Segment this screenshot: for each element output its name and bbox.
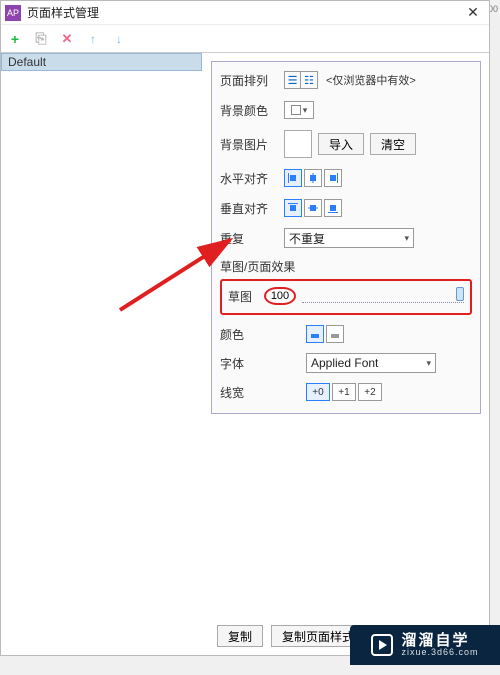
font-label: 字体 xyxy=(220,355,256,372)
stroke-opt-0[interactable]: +0 xyxy=(306,383,330,401)
sketch-group-title: 草图/页面效果 xyxy=(220,258,472,275)
add-button[interactable]: + xyxy=(7,31,23,47)
watermark: 溜溜自学 zixue.3d66.com xyxy=(350,625,500,665)
align-right-icon[interactable] xyxy=(324,169,342,187)
clear-button[interactable]: 清空 xyxy=(370,133,416,155)
list-item[interactable]: Default xyxy=(1,53,202,71)
align-top-icon[interactable] xyxy=(284,199,302,217)
v-align-group xyxy=(284,199,342,217)
app-icon: AP xyxy=(5,5,21,21)
titlebar: AP 页面样式管理 ✕ xyxy=(1,1,489,25)
arrange-horizontal-icon[interactable]: ☷ xyxy=(301,72,317,88)
properties-panel: 页面排列 ☰ ☷ <仅浏览器中有效> 背景颜色 ▾ 背景图片 导入 清空 xyxy=(211,61,481,414)
bg-color-label: 背景颜色 xyxy=(220,102,284,119)
copy-button[interactable]: 复制 xyxy=(217,625,263,647)
align-middle-icon[interactable] xyxy=(304,199,322,217)
sketch-slider[interactable] xyxy=(302,289,464,303)
page-arrange-hint: <仅浏览器中有效> xyxy=(326,72,416,88)
v-align-label: 垂直对齐 xyxy=(220,200,284,217)
font-combo[interactable]: Applied Font▾ xyxy=(306,353,436,373)
arrange-vertical-icon[interactable]: ☰ xyxy=(285,72,301,88)
slider-thumb[interactable] xyxy=(456,287,464,301)
sketch-label: 草图 xyxy=(228,288,264,305)
bg-image-label: 背景图片 xyxy=(220,136,284,153)
sketch-value-input[interactable] xyxy=(264,287,296,305)
align-center-icon[interactable] xyxy=(304,169,322,187)
align-left-icon[interactable] xyxy=(284,169,302,187)
bg-image-preview[interactable] xyxy=(284,130,312,158)
move-up-button[interactable]: ↑ xyxy=(85,31,101,47)
watermark-title: 溜溜自学 xyxy=(401,633,478,648)
style-list: Default xyxy=(1,53,203,615)
move-down-button[interactable]: ↓ xyxy=(111,31,127,47)
toolbar: + ⎘ ✕ ↑ ↓ xyxy=(1,25,489,53)
dialog-footer: 复制 复制页面样式 xyxy=(217,625,365,647)
h-align-label: 水平对齐 xyxy=(220,170,284,187)
stroke-opt-1[interactable]: +1 xyxy=(332,383,356,401)
repeat-combo[interactable]: 不重复▾ xyxy=(284,228,414,248)
sketch-highlight-box: 草图 xyxy=(220,279,472,315)
play-icon xyxy=(371,634,393,656)
color-option-1-icon[interactable] xyxy=(306,325,324,343)
color-option-2-icon[interactable] xyxy=(326,325,344,343)
watermark-url: zixue.3d66.com xyxy=(401,648,478,657)
color-label: 颜色 xyxy=(220,326,256,343)
bg-color-picker[interactable]: ▾ xyxy=(284,101,314,119)
dialog-window: AP 页面样式管理 ✕ + ⎘ ✕ ↑ ↓ Default 页面排列 ☰ ☷ <… xyxy=(0,0,490,656)
close-icon[interactable]: ✕ xyxy=(461,4,485,21)
align-bottom-icon[interactable] xyxy=(324,199,342,217)
window-title: 页面样式管理 xyxy=(27,4,461,21)
stroke-label: 线宽 xyxy=(220,384,256,401)
import-button[interactable]: 导入 xyxy=(318,133,364,155)
h-align-group xyxy=(284,169,342,187)
page-arrange-toggle[interactable]: ☰ ☷ xyxy=(284,71,318,89)
duplicate-button[interactable]: ⎘ xyxy=(33,31,49,47)
page-arrange-label: 页面排列 xyxy=(220,72,284,89)
stroke-opt-2[interactable]: +2 xyxy=(358,383,382,401)
delete-button[interactable]: ✕ xyxy=(59,31,75,47)
stroke-width-group: +0 +1 +2 xyxy=(306,383,382,401)
repeat-label: 重复 xyxy=(220,230,284,247)
